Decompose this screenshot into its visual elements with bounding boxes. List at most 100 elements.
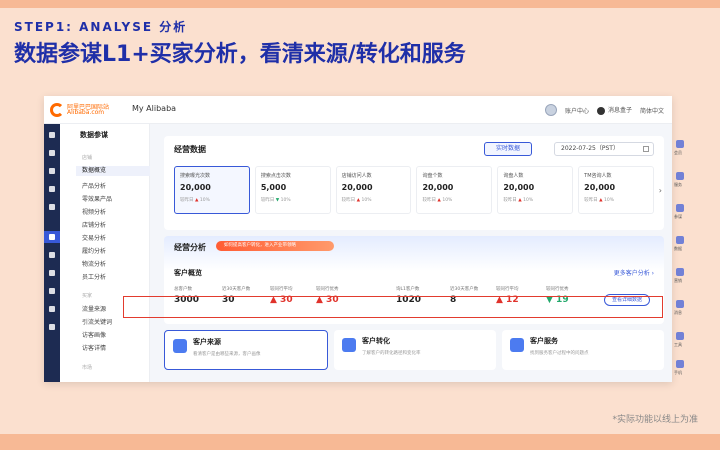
sidebar-item-traffic-source[interactable]: 流量来源	[82, 304, 106, 313]
main-content: 经营数据 实时数据 2022-07-25（PST） 搜索曝光次数 20,000 较昨…	[158, 136, 666, 376]
customer-source-icon	[173, 339, 187, 353]
advisor-icon[interactable]	[676, 204, 684, 212]
slide-headline: 数据参谋L1+买家分析，看清来源/转化和服务	[14, 42, 466, 67]
logo-en: Alibaba.com	[67, 109, 105, 116]
tool-icon[interactable]	[676, 332, 684, 340]
sidebar-item-staff[interactable]: 员工分析	[82, 272, 106, 281]
globe-icon[interactable]	[49, 270, 55, 276]
footnote: *实际功能以线上为准	[612, 415, 698, 425]
messages-link[interactable]: 消息盒子	[596, 105, 632, 115]
account-center-link[interactable]: 账户中心	[565, 106, 589, 115]
realtime-data-button[interactable]: 实时数据	[484, 142, 532, 156]
metric-value: 20,000	[341, 183, 373, 192]
right-rail-label: 手机	[674, 370, 682, 375]
metric-label: 搜索点击次数	[260, 173, 291, 179]
alibaba-logo[interactable]: 阿里巴巴国际站 Alibaba.com	[50, 103, 114, 117]
sidebar-item-logistics[interactable]: 物流分析	[82, 259, 106, 268]
sidebar-item-shop[interactable]: 店铺分析	[82, 220, 106, 229]
sidebar-group-shop: 店铺	[82, 155, 93, 161]
sidebar-item-product[interactable]: 产品分析	[82, 181, 106, 190]
metric-label: 询盘人数	[503, 173, 524, 179]
user-icon[interactable]	[49, 252, 55, 258]
sidebar: 数据参谋 店铺 数据概览 产品分析 零效果产品 视频分析 店铺分析 交易分析 履…	[60, 124, 150, 382]
sidebar-item-visitor-profile[interactable]: 访客画像	[82, 330, 106, 339]
data-icon[interactable]	[676, 236, 684, 244]
chevron-right-icon[interactable]: ›	[659, 186, 662, 195]
logo-mark-icon	[50, 103, 64, 117]
metric-value: 20,000	[584, 183, 616, 192]
sidebar-item-trade[interactable]: 交易分析	[82, 233, 106, 242]
metric-card[interactable]: 询盘个数 20,000 较昨日 ▲ 10%	[416, 166, 493, 214]
date-value: 2022-07-25（PST）	[561, 145, 619, 152]
metric-card[interactable]: 询盘人数 20,000 较昨日 ▲ 10%	[497, 166, 574, 214]
messages-label: 消息盒子	[607, 107, 632, 115]
sidebar-group-buyer: 买家	[82, 293, 93, 299]
home-icon[interactable]	[49, 132, 55, 138]
metrics-row: 搜索曝光次数 20,000 较昨日 ▲ 10% 搜索点击次数 5,000 较昨日 ▼ 1…	[174, 166, 654, 218]
customer-source-card[interactable]: 客户来源 看清客户是由哪些来源，客户画像	[164, 330, 328, 370]
bottom-band	[0, 434, 720, 450]
date-picker[interactable]: 2022-07-25（PST）	[554, 142, 654, 156]
promo-banner[interactable]: 如何提高客户转化，进入产业带领略	[216, 241, 334, 251]
metric-compare: 较昨日 ▼ 10%	[260, 198, 291, 203]
sidebar-item-video[interactable]: 视频分析	[82, 207, 106, 216]
metric-card[interactable]: TM咨询人数 20,000 较昨日 ▲ 10%	[578, 166, 654, 214]
message-nav-icon[interactable]	[49, 186, 55, 192]
bottom-cards: 客户来源 看清客户是由哪些来源，客户画像 客户转化 了解客户的转化路径和变化率 客户…	[164, 330, 664, 370]
metric-compare: 较昨日 ▲ 10%	[180, 198, 210, 203]
right-rail-label: 工具	[674, 342, 682, 347]
more-customer-analysis-link[interactable]: 更多客户分析 ›	[614, 268, 654, 277]
metric-label: TM咨询人数	[584, 173, 612, 179]
chart-icon[interactable]	[49, 234, 55, 240]
customer-service-card[interactable]: 客户服务 找到服务客户过程中的问题点	[502, 330, 664, 370]
customer-conversion-card[interactable]: 客户转化 了解客户的转化路径和变化率	[334, 330, 496, 370]
message-icon	[596, 106, 605, 115]
metric-compare: 较昨日 ▲ 10%	[341, 198, 372, 203]
metric-value: 5,000	[260, 183, 287, 192]
shop-icon[interactable]	[49, 150, 55, 156]
metric-label: 搜索曝光次数	[180, 173, 211, 179]
message-rail-icon[interactable]	[676, 300, 684, 308]
highlight-box	[123, 296, 663, 318]
right-rail-label: 营销	[674, 278, 682, 283]
top-band	[0, 0, 720, 8]
marketing-icon[interactable]	[676, 268, 684, 276]
phone-icon[interactable]	[676, 360, 684, 368]
list-icon[interactable]	[49, 204, 55, 210]
sidebar-item-fulfillment[interactable]: 履约分析	[82, 246, 106, 255]
language-select[interactable]: 简体中文	[640, 106, 664, 115]
step-label: STEP1: ANALYSE 分析	[14, 20, 188, 34]
metric-label: 店铺访问人数	[341, 173, 372, 179]
sidebar-item-overview[interactable]: 数据概览	[76, 166, 150, 176]
app-screenshot: 阿里巴巴国际站 Alibaba.com My Alibaba 账户中心 消息盒子…	[44, 96, 672, 382]
metric-card[interactable]: 店铺访问人数 20,000 较昨日 ▲ 10%	[335, 166, 412, 214]
slide: STEP1: ANALYSE 分析 数据参谋L1+买家分析，看清来源/转化和服务…	[0, 0, 720, 450]
app-title[interactable]: My Alibaba	[132, 104, 176, 113]
metric-value: 20,000	[503, 183, 535, 192]
metric-compare: 较昨日 ▲ 10%	[584, 198, 614, 203]
service-icon[interactable]	[676, 172, 684, 180]
customer-conversion-icon	[342, 338, 356, 352]
member-icon[interactable]	[676, 140, 684, 148]
right-rail-label: 数据	[674, 246, 682, 251]
sidebar-item-keywords[interactable]: 引流关键词	[82, 317, 112, 326]
customer-overview-title: 客户概览	[174, 269, 202, 277]
avatar[interactable]	[544, 104, 557, 116]
operation-title: 经营数据	[174, 145, 206, 154]
right-rail-label: 服务	[674, 182, 682, 187]
right-rail: 会员 服务 参谋 数据 营销 消息 工具 手机	[674, 132, 688, 382]
sidebar-item-visitor-detail[interactable]: 访客详情	[82, 343, 106, 352]
sidebar-item-zero-effect[interactable]: 零效果产品	[82, 194, 112, 203]
metric-label: 询盘个数	[422, 173, 443, 179]
metric-compare: 较昨日 ▲ 10%	[503, 198, 534, 203]
app-topbar: 阿里巴巴国际站 Alibaba.com My Alibaba 账户中心 消息盒子…	[44, 96, 672, 124]
right-rail-label: 会员	[674, 150, 682, 155]
metric-card[interactable]: 搜索点击次数 5,000 较昨日 ▼ 10%	[254, 166, 331, 214]
right-rail-label: 参谋	[674, 214, 682, 219]
sidebar-group-market: 市场	[82, 365, 93, 371]
box-icon[interactable]	[49, 306, 55, 312]
document-icon[interactable]	[49, 288, 55, 294]
share-icon[interactable]	[49, 324, 55, 330]
metric-card[interactable]: 搜索曝光次数 20,000 较昨日 ▲ 10%	[174, 166, 250, 214]
grid-icon[interactable]	[49, 168, 55, 174]
